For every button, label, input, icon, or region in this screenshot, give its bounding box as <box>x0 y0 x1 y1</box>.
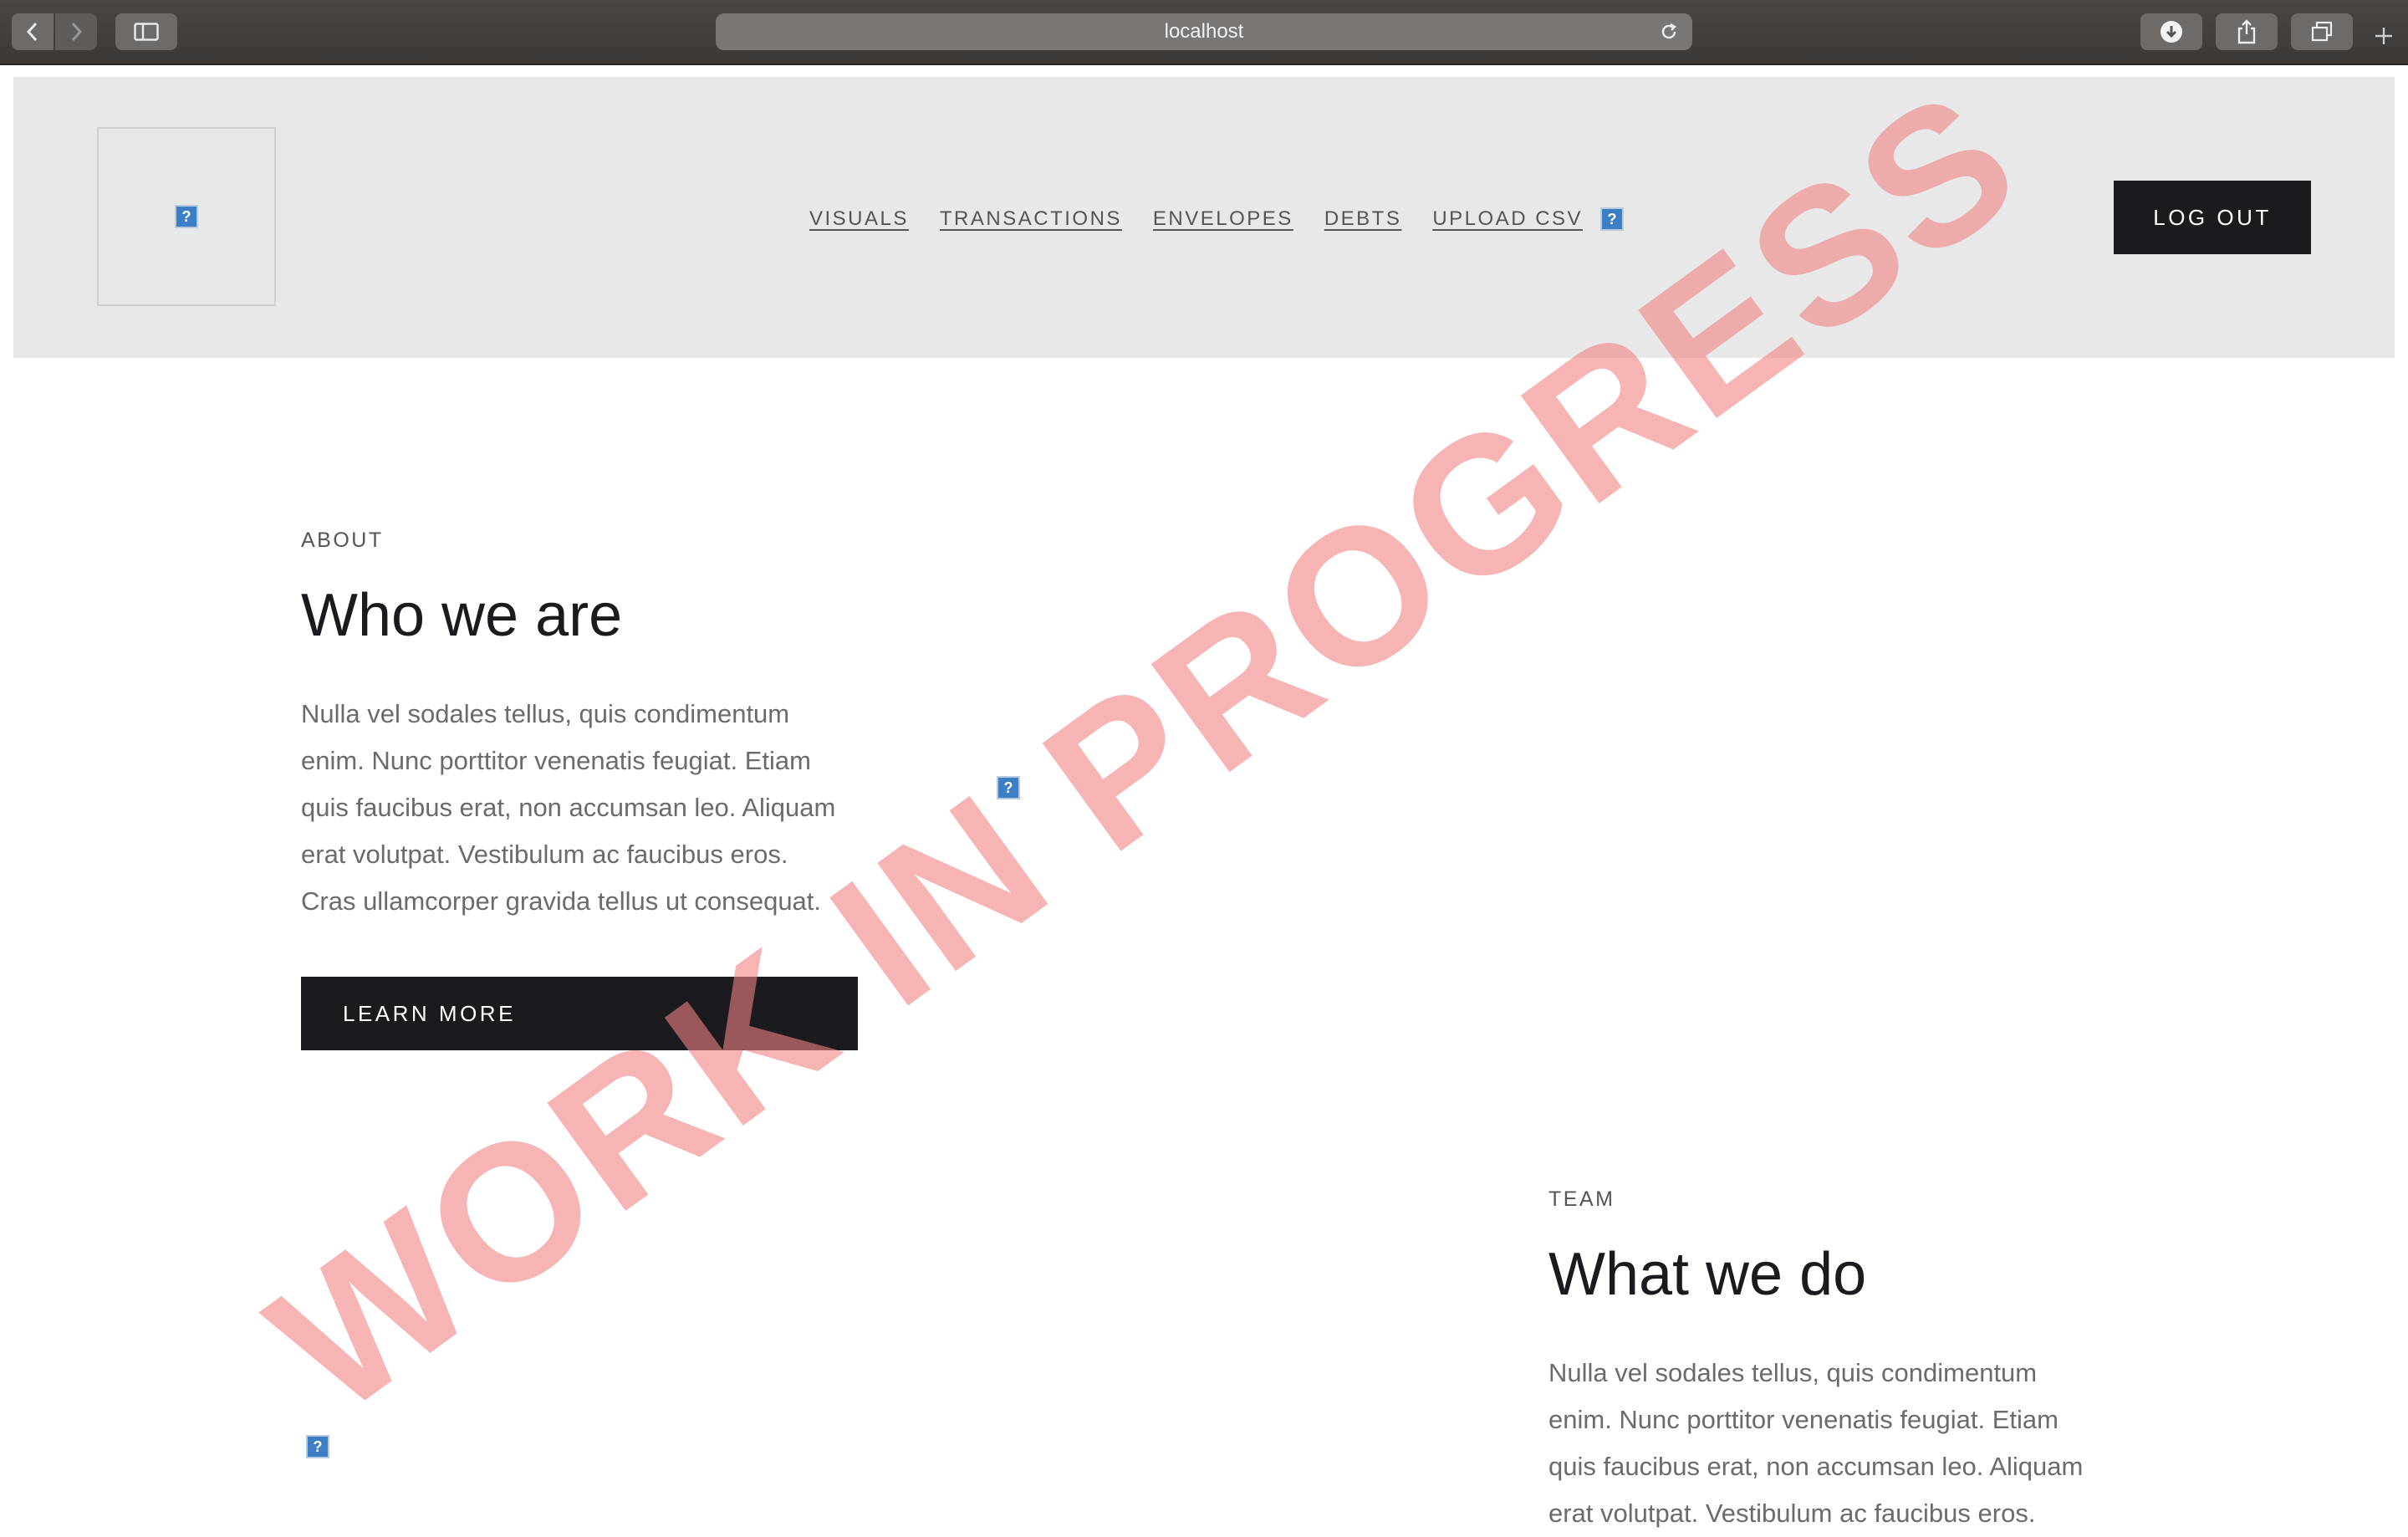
paragraph-line: Nulla vel sodales tellus, quis condiment… <box>1548 1358 2038 1387</box>
nav-transactions[interactable]: TRANSACTIONS <box>940 207 1122 231</box>
paragraph-line: enim. Nunc porttitor venenatis feugiat. … <box>1548 1405 2059 1434</box>
download-icon <box>2161 21 2182 43</box>
about-eyebrow: ABOUT <box>301 529 384 552</box>
logo-placeholder[interactable]: ? <box>97 127 276 306</box>
sidebar-icon <box>134 23 159 41</box>
paragraph-line: quis faucibus erat, non accumsan leo. Al… <box>301 793 836 822</box>
about-title: Who we are <box>301 582 623 649</box>
chevron-right-icon <box>71 22 83 42</box>
paragraph-line: Nulla vel sodales tellus, quis condiment… <box>301 699 790 728</box>
about-paragraph: Nulla vel sodales tellus, quis condiment… <box>301 691 835 925</box>
nav-debts[interactable]: DEBTS <box>1324 207 1402 231</box>
broken-image-icon: ? <box>1600 207 1625 231</box>
nav-visuals[interactable]: VISUALS <box>809 207 909 231</box>
chevron-left-icon <box>26 22 38 42</box>
browser-toolbar: localhost <box>0 0 2408 65</box>
new-tab-icon[interactable] <box>2371 23 2396 49</box>
reload-icon[interactable] <box>1659 22 1679 42</box>
team-title: What we do <box>1548 1241 1867 1308</box>
broken-image-icon: ? <box>175 205 198 228</box>
broken-image-icon: ? <box>306 1435 329 1458</box>
sidebar-toggle-button[interactable] <box>115 13 177 50</box>
back-button[interactable] <box>12 13 54 50</box>
logout-button[interactable]: LOG OUT <box>2114 181 2311 254</box>
paragraph-line: erat volutpat. Vestibulum ac faucibus er… <box>1548 1499 2036 1528</box>
paragraph-line: erat volutpat. Vestibulum ac faucibus er… <box>301 840 788 869</box>
broken-image-icon: ? <box>997 776 1020 799</box>
learn-more-button[interactable]: LEARN MORE <box>301 977 858 1050</box>
forward-button[interactable] <box>55 13 97 50</box>
paragraph-line: quis faucibus erat, non accumsan leo. Al… <box>1548 1452 2084 1481</box>
downloads-button[interactable] <box>2140 13 2202 50</box>
share-icon <box>2237 19 2256 44</box>
address-bar[interactable]: localhost <box>716 13 1692 50</box>
team-eyebrow: TEAM <box>1548 1187 1615 1211</box>
nav-envelopes[interactable]: ENVELOPES <box>1153 207 1293 231</box>
tabs-overview-button[interactable] <box>2291 13 2353 50</box>
site-header: ? VISUALS TRANSACTIONS ENVELOPES DEBTS U… <box>13 77 2395 358</box>
history-buttons <box>12 13 99 50</box>
share-button[interactable] <box>2216 13 2278 50</box>
tabs-icon <box>2311 21 2333 42</box>
paragraph-line: Cras ullamcorper gravida tellus ut conse… <box>301 886 822 916</box>
main-nav: VISUALS TRANSACTIONS ENVELOPES DEBTS UPL… <box>809 204 1625 234</box>
url-text: localhost <box>1164 20 1244 43</box>
team-paragraph: Nulla vel sodales tellus, quis condiment… <box>1548 1350 2083 1537</box>
nav-upload-csv[interactable]: UPLOAD CSV <box>1432 207 1583 231</box>
paragraph-line: enim. Nunc porttitor venenatis feugiat. … <box>301 746 811 775</box>
